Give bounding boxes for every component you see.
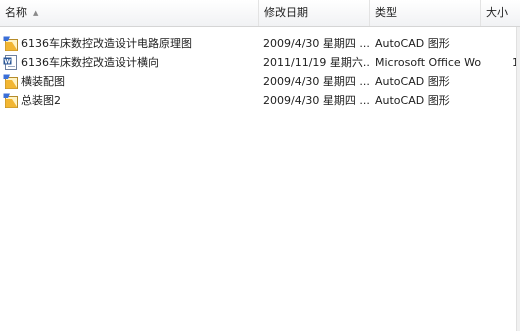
file-row[interactable]: 6136车床数控改造设计电路原理图 2009/4/30 星期四 ... Auto… (0, 34, 520, 53)
file-name: 横装配图 (21, 75, 65, 88)
file-name: 6136车床数控改造设计电路原理图 (21, 37, 192, 50)
autocad-file-icon (3, 93, 18, 108)
file-modified-date: 2009/4/30 星期四 ... (263, 37, 369, 50)
column-header-date-label: 修改日期 (264, 6, 308, 19)
column-header-name-label: 名称 (5, 6, 27, 19)
column-header-type-label: 类型 (375, 6, 397, 19)
file-modified-date: 2011/11/19 星期六... (263, 56, 369, 69)
file-name: 6136车床数控改造设计横向 (21, 56, 159, 69)
autocad-file-icon (3, 74, 18, 89)
file-type: AutoCAD 图形 (375, 37, 450, 50)
vertical-scrollbar[interactable] (516, 27, 520, 331)
autocad-file-icon (3, 36, 18, 51)
file-row[interactable]: 横装配图 2009/4/30 星期四 ... AutoCAD 图形 (0, 72, 520, 91)
file-row[interactable]: W 6136车床数控改造设计横向 2011/11/19 星期六... Micro… (0, 53, 520, 72)
file-type: AutoCAD 图形 (375, 75, 450, 88)
word-document-icon: W (3, 55, 17, 70)
file-modified-date: 2009/4/30 星期四 ... (263, 94, 369, 107)
column-header-bar: 名称 ▲ 修改日期 类型 大小 (0, 0, 520, 27)
column-header-size[interactable]: 大小 (481, 0, 520, 26)
file-row[interactable]: 总装图2 2009/4/30 星期四 ... AutoCAD 图形 (0, 91, 520, 110)
column-header-date[interactable]: 修改日期 (259, 0, 370, 26)
file-type: AutoCAD 图形 (375, 94, 450, 107)
column-header-type[interactable]: 类型 (370, 0, 481, 26)
file-type: Microsoft Office Wo... (375, 56, 481, 69)
column-header-size-label: 大小 (486, 6, 508, 19)
file-name: 总装图2 (21, 94, 61, 107)
file-modified-date: 2009/4/30 星期四 ... (263, 75, 369, 88)
sort-ascending-icon: ▲ (33, 9, 39, 17)
svg-text:W: W (4, 58, 11, 65)
column-header-name[interactable]: 名称 ▲ (0, 0, 259, 26)
